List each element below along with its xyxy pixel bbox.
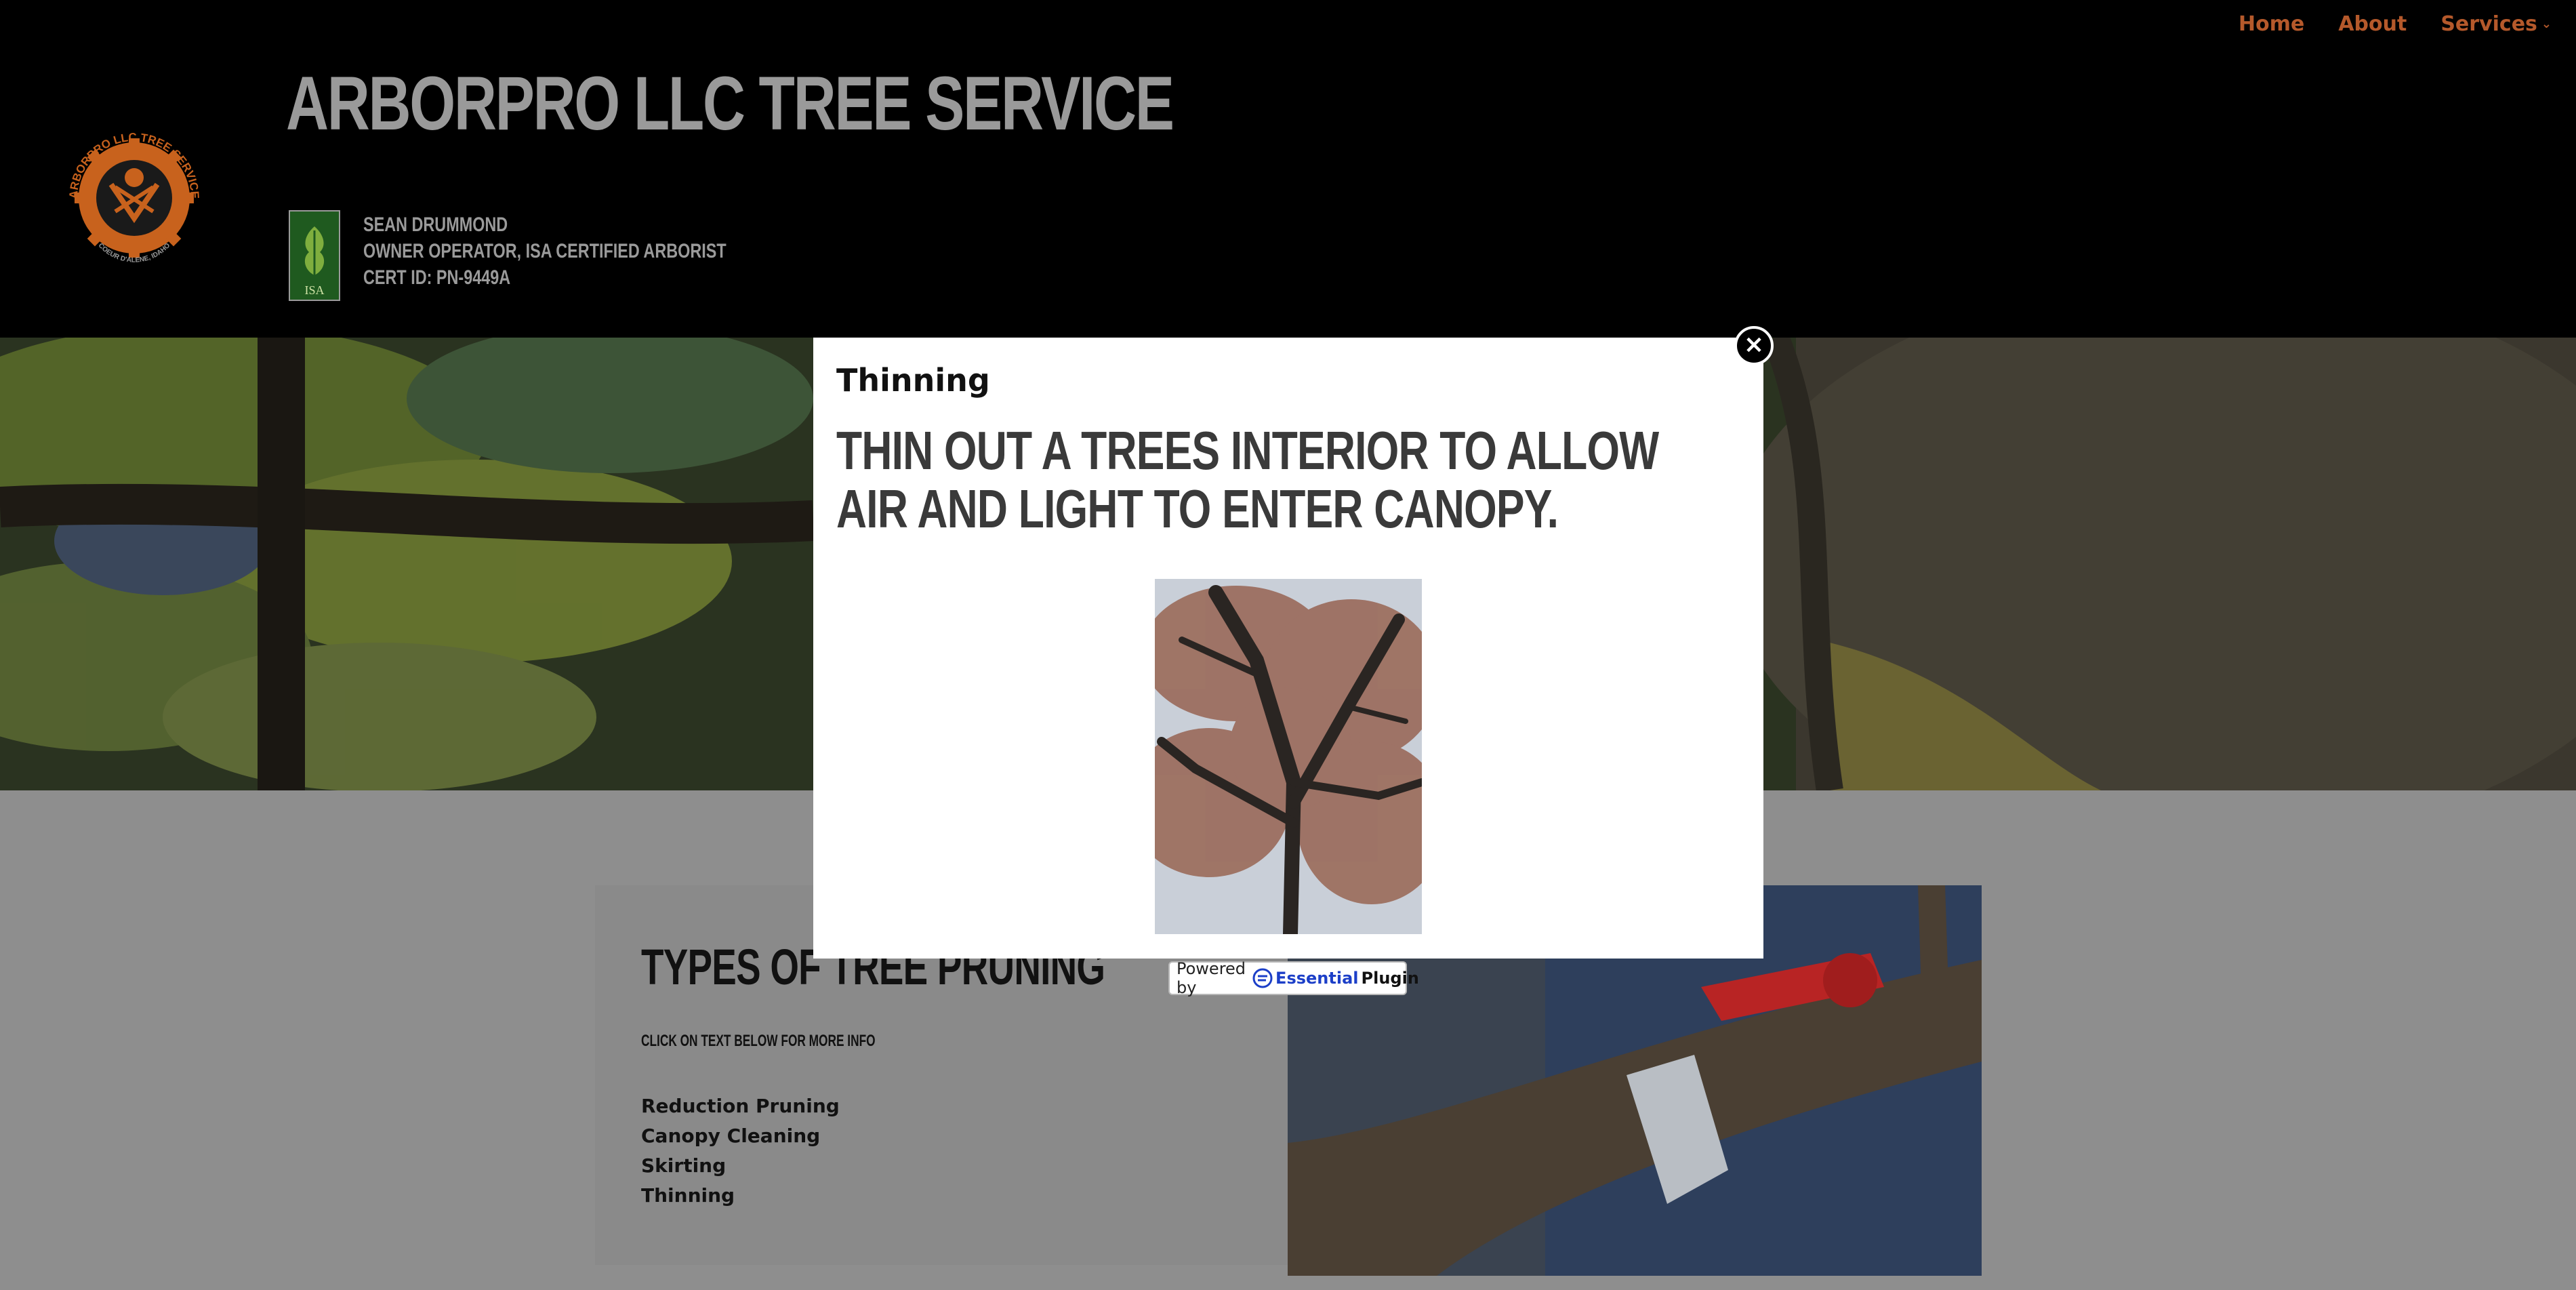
chevron-down-icon: ⌄ xyxy=(2541,17,2552,31)
owner-cert: CERT ID: PN-9449A xyxy=(363,266,511,289)
nav-services[interactable]: Services ⌄ xyxy=(2440,12,2552,36)
thinning-photo xyxy=(1155,579,1422,934)
brand-essential: Essential xyxy=(1275,969,1359,988)
brand-plugin: Plugin xyxy=(1361,969,1419,988)
service-modal: Thinning THIN OUT A TREES INTERIOR TO AL… xyxy=(813,338,1763,959)
owner-info: SEAN DRUMMOND OWNER OPERATOR, ISA CERTIF… xyxy=(363,211,727,291)
nav-services-label: Services xyxy=(2440,12,2537,36)
powered-by-badge[interactable]: Powered by Essential Plugin xyxy=(1168,959,1419,997)
nav-about[interactable]: About xyxy=(2338,12,2407,36)
site-title: ARBORPRO LLC TREE SERVICE xyxy=(286,61,1174,146)
modal-heading: Thinning xyxy=(836,362,990,399)
close-icon: ✕ xyxy=(1744,333,1764,359)
essential-plugin-icon xyxy=(1252,968,1273,988)
isa-label: ISA xyxy=(304,283,324,297)
essential-plugin-logo: Essential Plugin xyxy=(1252,968,1419,988)
pruning-list: Reduction Pruning Canopy Cleaning Skirti… xyxy=(641,1091,840,1211)
pruning-item-canopy-cleaning[interactable]: Canopy Cleaning xyxy=(641,1121,840,1151)
main-nav: Home About Services ⌄ xyxy=(2238,12,2552,36)
pruning-item-skirting[interactable]: Skirting xyxy=(641,1151,840,1181)
pruning-item-thinning[interactable]: Thinning xyxy=(641,1181,840,1211)
close-modal-button[interactable]: ✕ xyxy=(1734,326,1774,365)
pruning-item-reduction[interactable]: Reduction Pruning xyxy=(641,1091,840,1121)
powered-by-label: Powered by xyxy=(1177,959,1246,997)
owner-role: OWNER OPERATOR, ISA CERTIFIED ARBORIST xyxy=(363,240,727,262)
modal-description: THIN OUT A TREES INTERIOR TO ALLOW AIR A… xyxy=(836,420,1659,539)
site-header: Home About Services ⌄ ARBORPRO LLC TREE … xyxy=(0,0,2576,338)
company-logo[interactable]: ARBORPRO LLC TREE SERVICE COEUR D'ALENE,… xyxy=(62,117,206,271)
owner-name: SEAN DRUMMOND xyxy=(363,214,508,236)
pruning-subtitle: CLICK ON TEXT BELOW FOR MORE INFO xyxy=(641,1032,876,1050)
isa-badge: ISA xyxy=(289,210,340,301)
nav-home[interactable]: Home xyxy=(2238,12,2304,36)
